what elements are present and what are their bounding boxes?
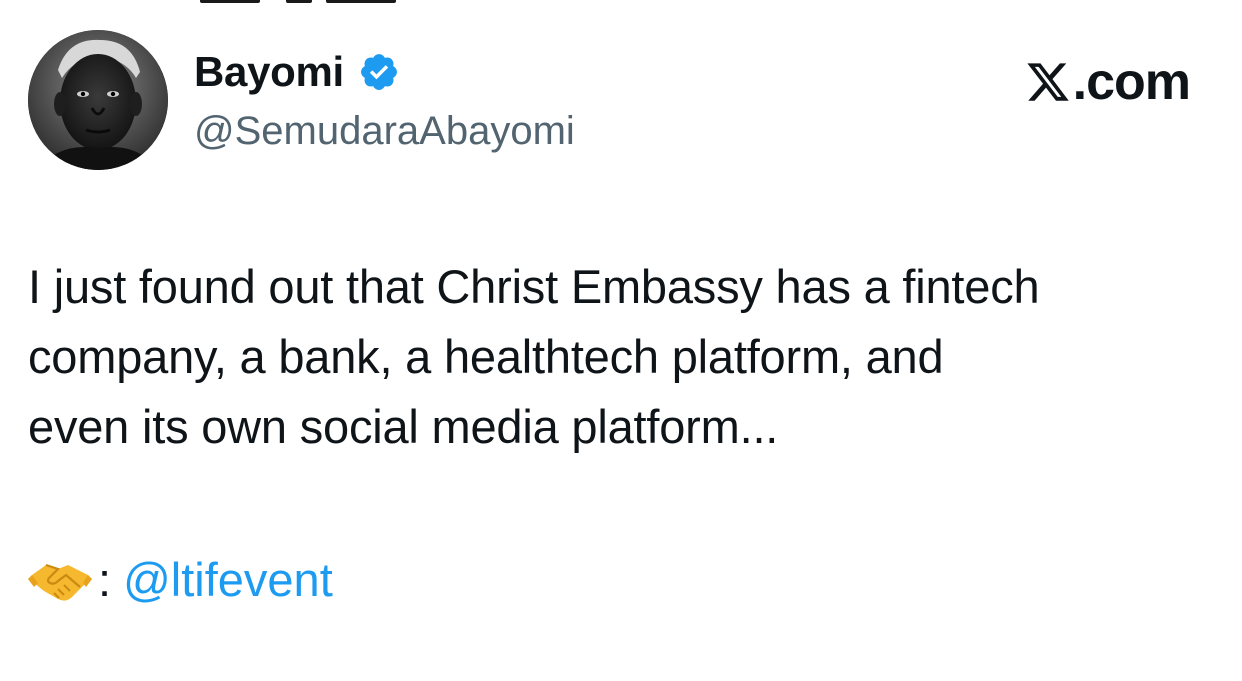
cropped-previous-text (200, 0, 430, 6)
verified-badge-icon (358, 51, 400, 93)
credit-separator: : (98, 553, 112, 606)
author-display-name[interactable]: Bayomi (194, 44, 344, 100)
tweet-line: I just found out that Christ Embassy has… (28, 260, 1040, 313)
credit-line: : @ltifevent (28, 545, 333, 615)
avatar[interactable] (28, 30, 168, 170)
author-name-row[interactable]: Bayomi (194, 44, 400, 100)
tweet-line: company, a bank, a healthtech platform, … (28, 330, 944, 383)
tweet-body: I just found out that Christ Embassy has… (28, 252, 1228, 462)
author-handle[interactable]: @SemudaraAbayomi (194, 105, 575, 157)
brand-mark: .com (1025, 52, 1191, 112)
tweet-line: even its own social media platform... (28, 400, 779, 453)
mention-link[interactable]: @ltifevent (123, 545, 333, 615)
x-logo-icon (1025, 59, 1071, 105)
profile-photo-icon (28, 30, 168, 170)
handshake-icon (28, 553, 92, 607)
tweet-card: Bayomi @SemudaraAbayomi .com I just foun… (0, 0, 1242, 681)
brand-domain: .com (1072, 53, 1191, 111)
